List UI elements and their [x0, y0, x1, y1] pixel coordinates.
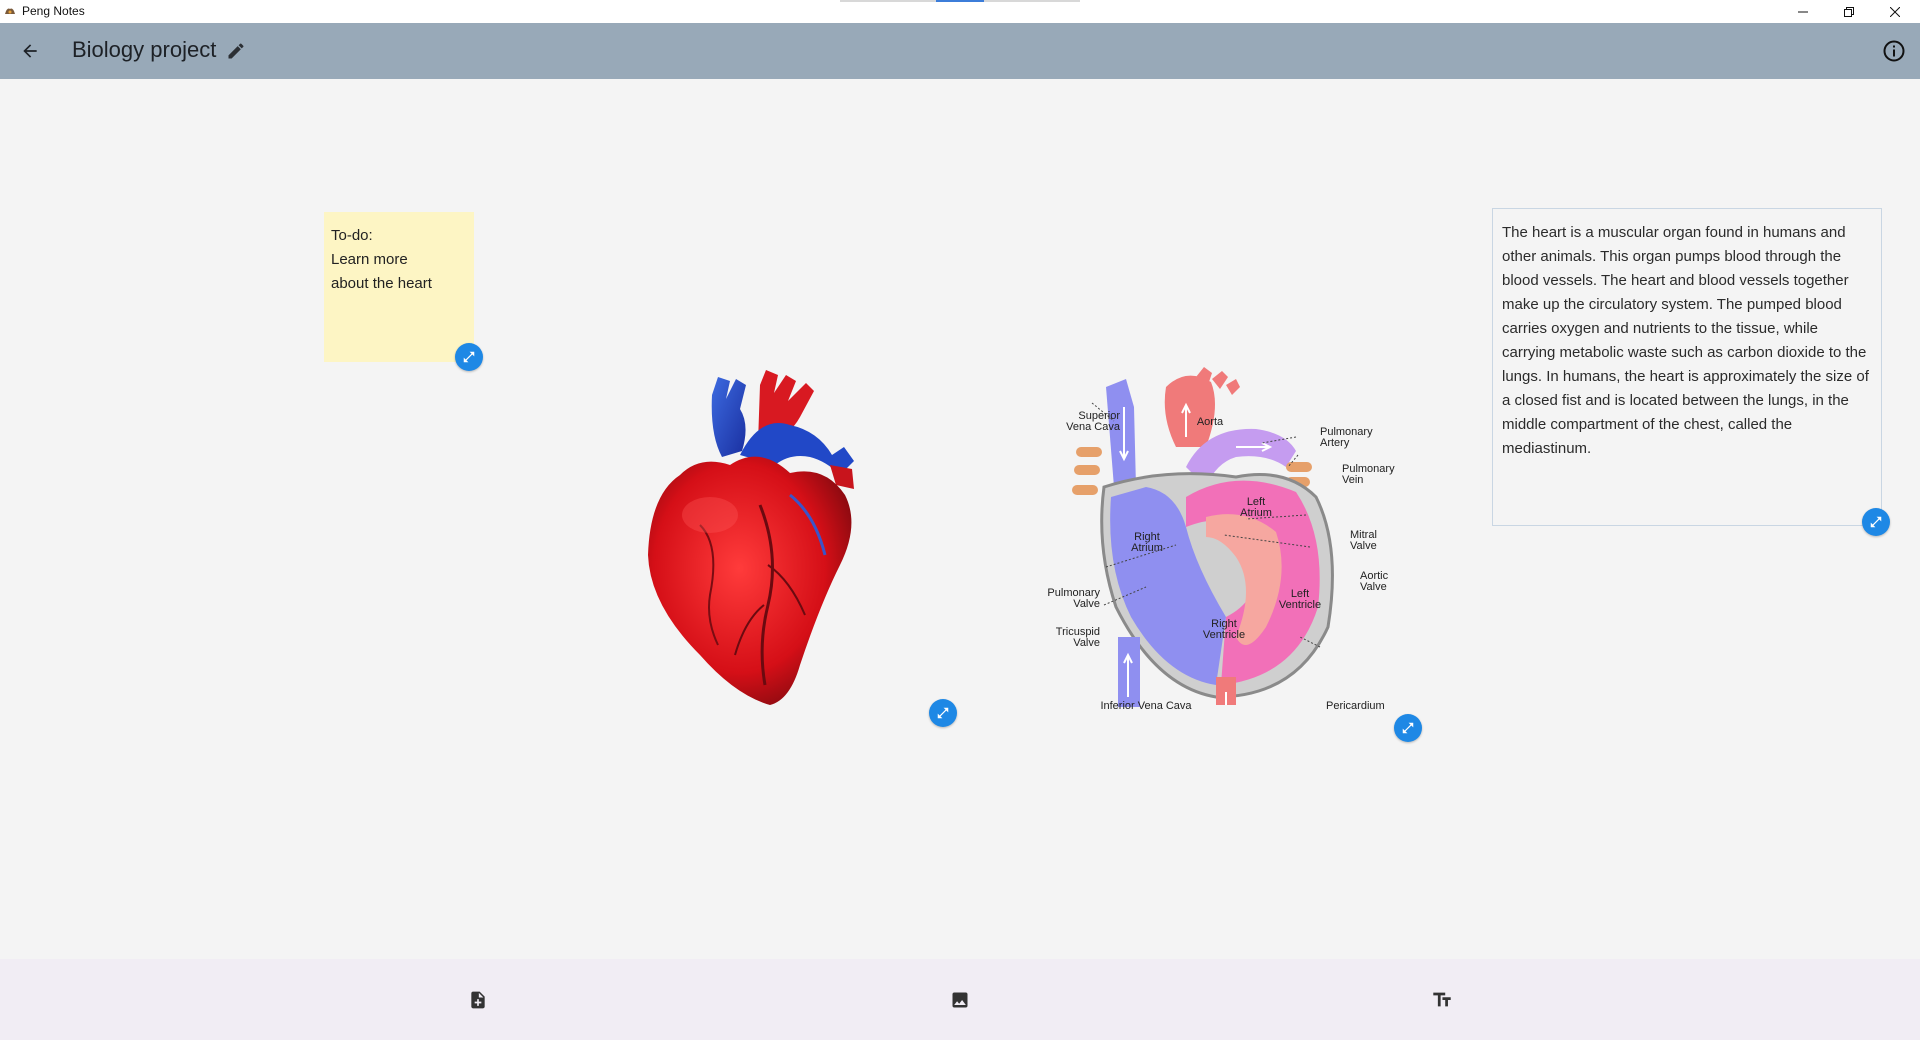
page-title[interactable]: Biology project — [72, 37, 216, 63]
info-icon[interactable] — [1882, 39, 1906, 63]
drag-region-indicator — [840, 0, 1080, 2]
open-in-full-icon — [1870, 516, 1882, 528]
add-image-button[interactable] — [947, 987, 973, 1013]
label-aortic-valve: Aortic Valve — [1360, 570, 1389, 593]
label-left-ventricle: Left Ventricle — [1278, 588, 1322, 611]
label-right-atrium: Right Atrium — [1131, 531, 1163, 554]
label-left-atrium: Left Atrium — [1240, 496, 1272, 519]
diagram-image-resize-handle[interactable] — [1394, 714, 1422, 742]
app-bar: Biology project — [0, 23, 1920, 79]
add-text-button[interactable] — [1429, 987, 1455, 1013]
label-tricuspid-valve: Tricuspid Valve — [1055, 626, 1100, 649]
minimize-icon — [1798, 11, 1808, 12]
open-in-full-icon — [463, 351, 475, 363]
close-window-button[interactable] — [1872, 0, 1918, 23]
app-logo-icon — [5, 8, 15, 14]
back-button[interactable] — [12, 33, 48, 69]
label-right-ventricle: Right Ventricle — [1202, 618, 1246, 641]
window-title: Peng Notes — [22, 4, 85, 18]
heart-diagram-image[interactable]: Superior Vena Cava Aorta Pulmonary Arter… — [1036, 367, 1406, 727]
text-fields-icon — [1433, 992, 1451, 1007]
bottom-toolbar — [0, 959, 1920, 1040]
pencil-icon[interactable] — [226, 41, 246, 61]
restore-button[interactable] — [1826, 0, 1872, 23]
heart-illustration[interactable] — [640, 365, 890, 710]
label-pulmonary-valve: Pulmonary Valve — [1047, 587, 1100, 610]
restore-icon — [1844, 6, 1854, 17]
text-box[interactable]: The heart is a muscular organ found in h… — [1492, 208, 1882, 526]
close-icon — [1890, 6, 1900, 17]
add-note-button[interactable] — [465, 987, 491, 1013]
open-in-full-icon — [1402, 722, 1414, 734]
label-pulmonary-artery: Pulmonary Artery — [1320, 426, 1373, 449]
image-icon — [952, 992, 968, 1008]
label-aorta: Aorta — [1196, 416, 1224, 428]
text-box-resize-handle[interactable] — [1862, 508, 1890, 536]
open-in-full-icon — [937, 707, 949, 719]
sticky-note[interactable]: To-do: Learn more about the heart — [324, 212, 474, 362]
label-mitral-valve: Mitral Valve — [1350, 529, 1377, 552]
note-add-icon — [471, 991, 485, 1009]
window-titlebar: Peng Notes — [0, 0, 1920, 23]
label-inferior-vena-cava: Inferior Vena Cava — [1100, 700, 1192, 712]
label-superior-vena-cava: Superior Vena Cava — [1066, 410, 1120, 433]
label-pericardium: Pericardium — [1326, 700, 1385, 712]
heart-image-resize-handle[interactable] — [929, 699, 957, 727]
label-pulmonary-vein: Pulmonary Vein — [1342, 463, 1395, 486]
sticky-note-resize-handle[interactable] — [455, 343, 483, 371]
minimize-button[interactable] — [1780, 0, 1826, 23]
arrow-back-icon — [23, 44, 37, 58]
